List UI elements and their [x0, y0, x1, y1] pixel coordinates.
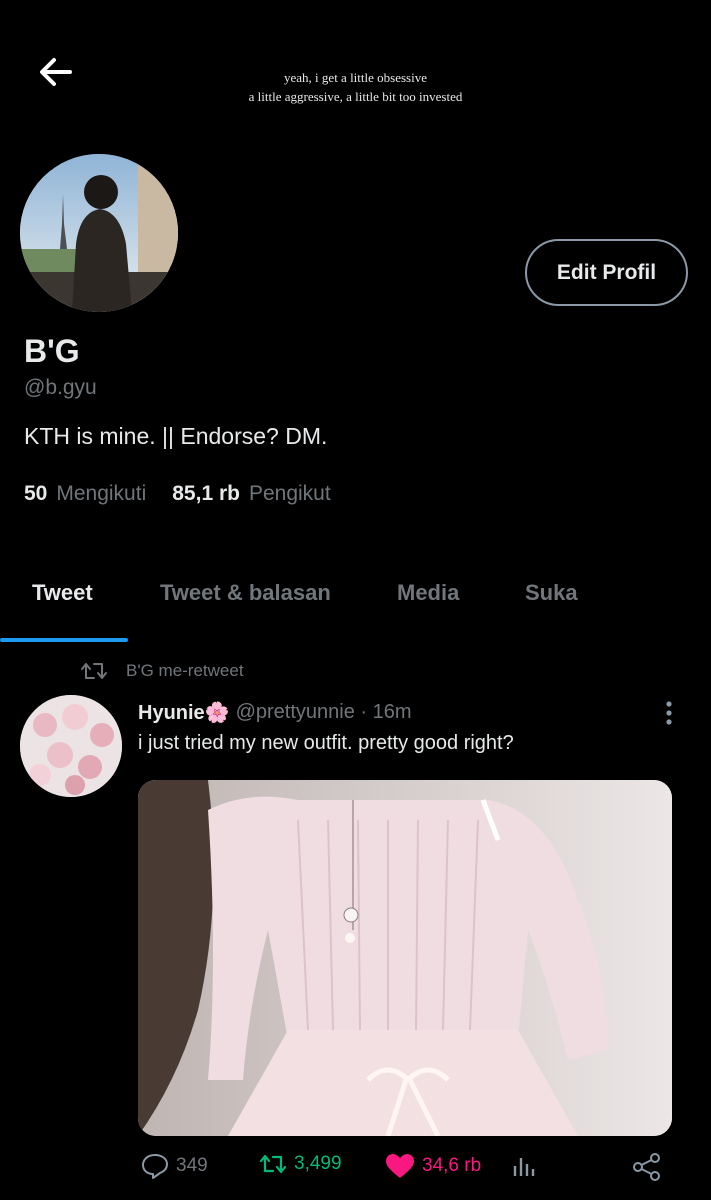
profile-handle: @b.gyu	[24, 376, 97, 399]
heart-icon	[386, 1154, 414, 1178]
tweet-author-avatar[interactable]	[20, 695, 122, 797]
following-link[interactable]: 50 Mengikuti	[24, 482, 172, 506]
profile-stats: 50 Mengikuti 85,1 rb Pengikut	[24, 482, 357, 506]
analytics-icon	[513, 1158, 535, 1176]
analytics-button[interactable]	[511, 1152, 543, 1178]
retweet-icon	[259, 1154, 287, 1174]
tab-likes[interactable]: Suka	[525, 580, 578, 606]
banner-line-2: a little aggressive, a little bit too in…	[248, 89, 463, 104]
tweet-text: i just tried my new outfit. pretty good …	[138, 732, 514, 754]
tweet-more-button[interactable]	[656, 700, 682, 728]
retweet-icon	[81, 663, 107, 679]
profile-bio: KTH is mine. || Endorse? DM.	[24, 423, 328, 449]
tab-tweet-replies[interactable]: Tweet & balasan	[160, 580, 331, 606]
avatar-image	[20, 154, 178, 312]
retweet-count: 3,499	[294, 1153, 342, 1174]
profile-name: B'G	[24, 333, 80, 369]
reply-button[interactable]: 349	[140, 1152, 208, 1180]
tab-media[interactable]: Media	[397, 580, 459, 606]
retweet-button[interactable]: 3,499	[258, 1152, 342, 1176]
tweet-media-image[interactable]	[138, 780, 672, 1136]
following-label: Mengikuti	[56, 482, 147, 505]
tweet-meta: @prettyunnie · 16m	[236, 701, 412, 724]
active-tab-indicator	[0, 638, 128, 642]
more-vertical-icon	[666, 701, 672, 725]
profile-tabs: Tweet Tweet & balasan Media Suka	[0, 565, 711, 643]
edit-profile-button[interactable]: Edit Profil	[525, 239, 688, 306]
profile-avatar[interactable]	[20, 154, 178, 312]
outfit-photo	[138, 780, 672, 1136]
retweet-text: B'G me-retweet	[126, 661, 244, 680]
tab-tweet[interactable]: Tweet	[32, 580, 93, 606]
banner-line-1: yeah, i get a little obsessive	[284, 70, 427, 85]
reply-icon	[142, 1154, 168, 1179]
following-count: 50	[24, 482, 48, 505]
reply-count: 349	[176, 1155, 208, 1176]
header-banner: yeah, i get a little obsessive a little …	[0, 68, 711, 106]
meta-separator: ·	[360, 701, 373, 723]
retweet-context: B'G me-retweet	[80, 660, 244, 682]
tweet-author-name[interactable]: Hyunie🌸	[138, 700, 230, 725]
followers-count: 85,1 rb	[172, 482, 240, 505]
tweet-time: 16m	[372, 701, 412, 723]
like-button[interactable]: 34,6 rb	[384, 1152, 481, 1180]
roses-image	[20, 695, 122, 797]
share-button[interactable]	[632, 1152, 668, 1182]
tweet-actions: 349 3,499 34,6 rb	[0, 1148, 711, 1188]
tweet-header: Hyunie🌸 @prettyunnie · 16m	[138, 700, 412, 725]
followers-link[interactable]: 85,1 rb Pengikut	[172, 482, 356, 506]
like-count: 34,6 rb	[422, 1155, 482, 1176]
tweet-author-handle: @prettyunnie	[235, 701, 355, 723]
share-icon	[633, 1153, 660, 1181]
followers-label: Pengikut	[248, 482, 331, 505]
